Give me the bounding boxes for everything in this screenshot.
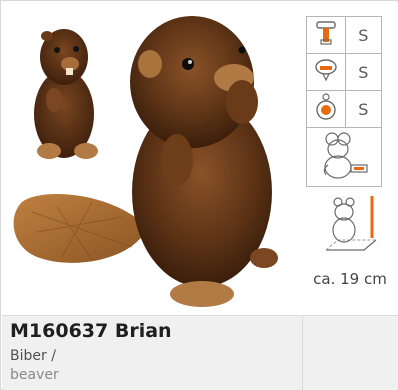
attribute-row: S: [306, 53, 383, 91]
product-title: M160637 Brian: [10, 320, 172, 342]
small-beaver: [34, 29, 98, 159]
size-value: S: [344, 16, 383, 54]
big-beaver-tail: [13, 194, 147, 263]
product-subtitle-de: Biber /: [10, 348, 56, 364]
big-beaver: [130, 16, 278, 307]
size-attribute-table: S S S: [306, 16, 383, 187]
tag-icon: [306, 90, 346, 128]
attribute-row: S: [306, 90, 383, 128]
beaver-photo: [13, 16, 278, 307]
attribute-row: S: [306, 16, 383, 54]
attribute-row: [306, 127, 382, 187]
height-label: ca. 19 cm: [313, 270, 387, 288]
collar-icon: [306, 16, 346, 54]
size-value: S: [344, 53, 383, 91]
height-icon: [324, 194, 380, 256]
size-value: S: [344, 90, 383, 128]
product-info: M160637 Brian Biber / beaver: [2, 315, 302, 390]
attribute-panel: S S S ca. 19 cm: [302, 2, 398, 315]
leash-icon: [306, 53, 346, 91]
product-card: S S S ca. 19 cm M160637 Brian Biber / be…: [0, 0, 398, 390]
washable-icon: [306, 127, 382, 187]
product-subtitle-en: beaver: [10, 367, 59, 383]
info-blank-cell: [302, 315, 398, 390]
product-photo: [2, 2, 302, 315]
